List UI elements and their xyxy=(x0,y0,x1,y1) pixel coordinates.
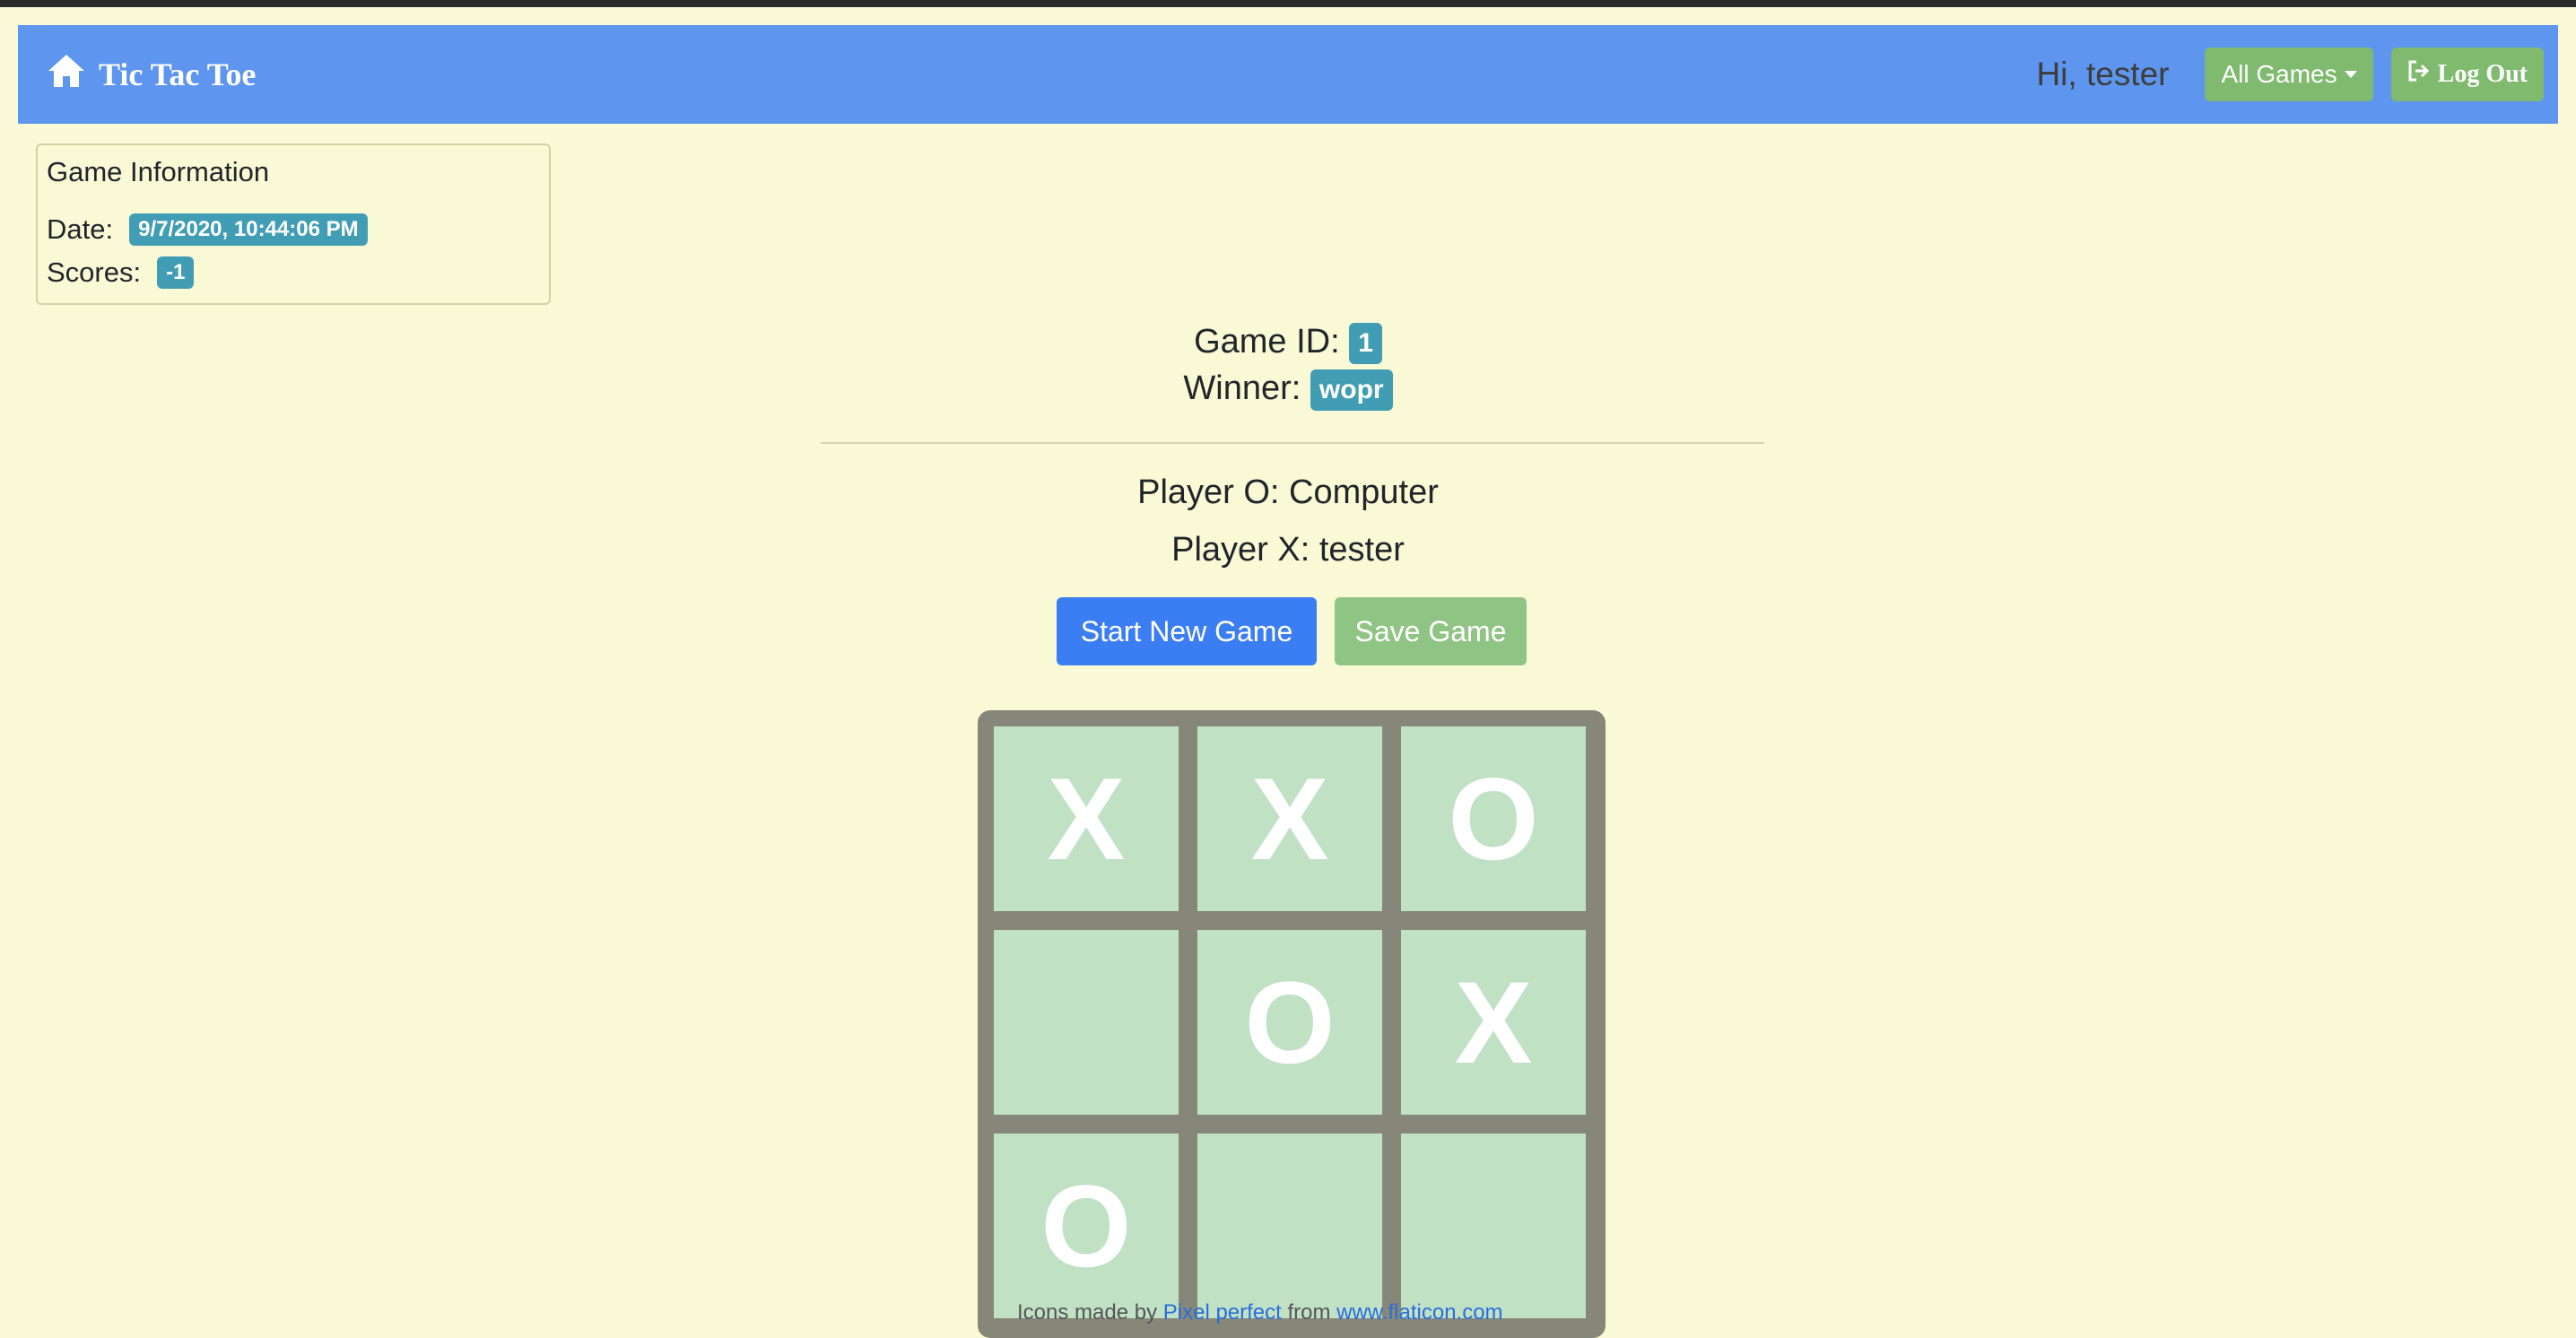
save-game-button[interactable]: Save Game xyxy=(1335,597,1527,665)
board-cell-6[interactable]: X xyxy=(1401,930,1586,1115)
game-id-badge: 1 xyxy=(1349,323,1382,364)
navbar-right: Hi, tester All Games Log Out xyxy=(2036,25,2544,124)
all-games-dropdown[interactable]: All Games xyxy=(2205,48,2373,101)
scores-label: Scores: xyxy=(47,256,142,288)
board-cell-4[interactable] xyxy=(994,930,1179,1115)
winner-label: Winner: xyxy=(1183,369,1301,408)
board-cell-9[interactable] xyxy=(1401,1134,1586,1318)
navbar: Tic Tac Toe Hi, tester All Games Log Out xyxy=(18,25,2558,124)
sign-out-icon xyxy=(2407,60,2438,89)
game-information-card: Game Information Date: 9/7/2020, 10:44:0… xyxy=(36,143,551,305)
board-cell-2[interactable]: X xyxy=(1197,726,1382,911)
board-cell-1[interactable]: X xyxy=(994,726,1179,911)
info-card-title: Game Information xyxy=(47,156,270,187)
home-icon xyxy=(47,53,99,97)
scores-row: Scores: -1 xyxy=(47,251,540,294)
start-new-game-button[interactable]: Start New Game xyxy=(1057,597,1317,665)
date-badge: 9/7/2020, 10:44:06 PM xyxy=(129,213,368,246)
winner-line: Winner: wopr xyxy=(0,369,2576,411)
caret-down-icon xyxy=(2344,71,2357,78)
player-x-label: Player X: tester xyxy=(1171,531,1405,569)
window-top-strip xyxy=(0,0,2576,7)
board-cell-8[interactable] xyxy=(1197,1134,1382,1318)
user-greeting: Hi, tester xyxy=(2036,56,2170,92)
logout-label: Log Out xyxy=(2437,60,2528,88)
game-id-line: Game ID: 1 xyxy=(0,323,2576,364)
logout-button[interactable]: Log Out xyxy=(2390,48,2544,101)
brand-link[interactable]: Tic Tac Toe xyxy=(47,25,256,124)
all-games-label: All Games xyxy=(2221,60,2337,88)
game-board: X X O O X O xyxy=(978,710,1606,1338)
player-o-label: Player O: Computer xyxy=(1137,474,1439,511)
board-cell-3[interactable]: O xyxy=(1401,726,1586,911)
board-cell-5[interactable]: O xyxy=(1197,930,1382,1115)
winner-badge: wopr xyxy=(1310,369,1393,411)
game-id-label: Game ID: xyxy=(1194,323,1340,361)
date-row: Date: 9/7/2020, 10:44:06 PM xyxy=(47,208,540,251)
icon-credit: Icons made by Pixel perfect from www.fla… xyxy=(1017,1300,1503,1325)
divider xyxy=(821,442,1764,444)
board-cell-7[interactable]: O xyxy=(994,1134,1179,1318)
scores-badge: -1 xyxy=(157,256,195,289)
date-label: Date: xyxy=(47,213,114,245)
brand-title: Tic Tac Toe xyxy=(99,56,257,92)
